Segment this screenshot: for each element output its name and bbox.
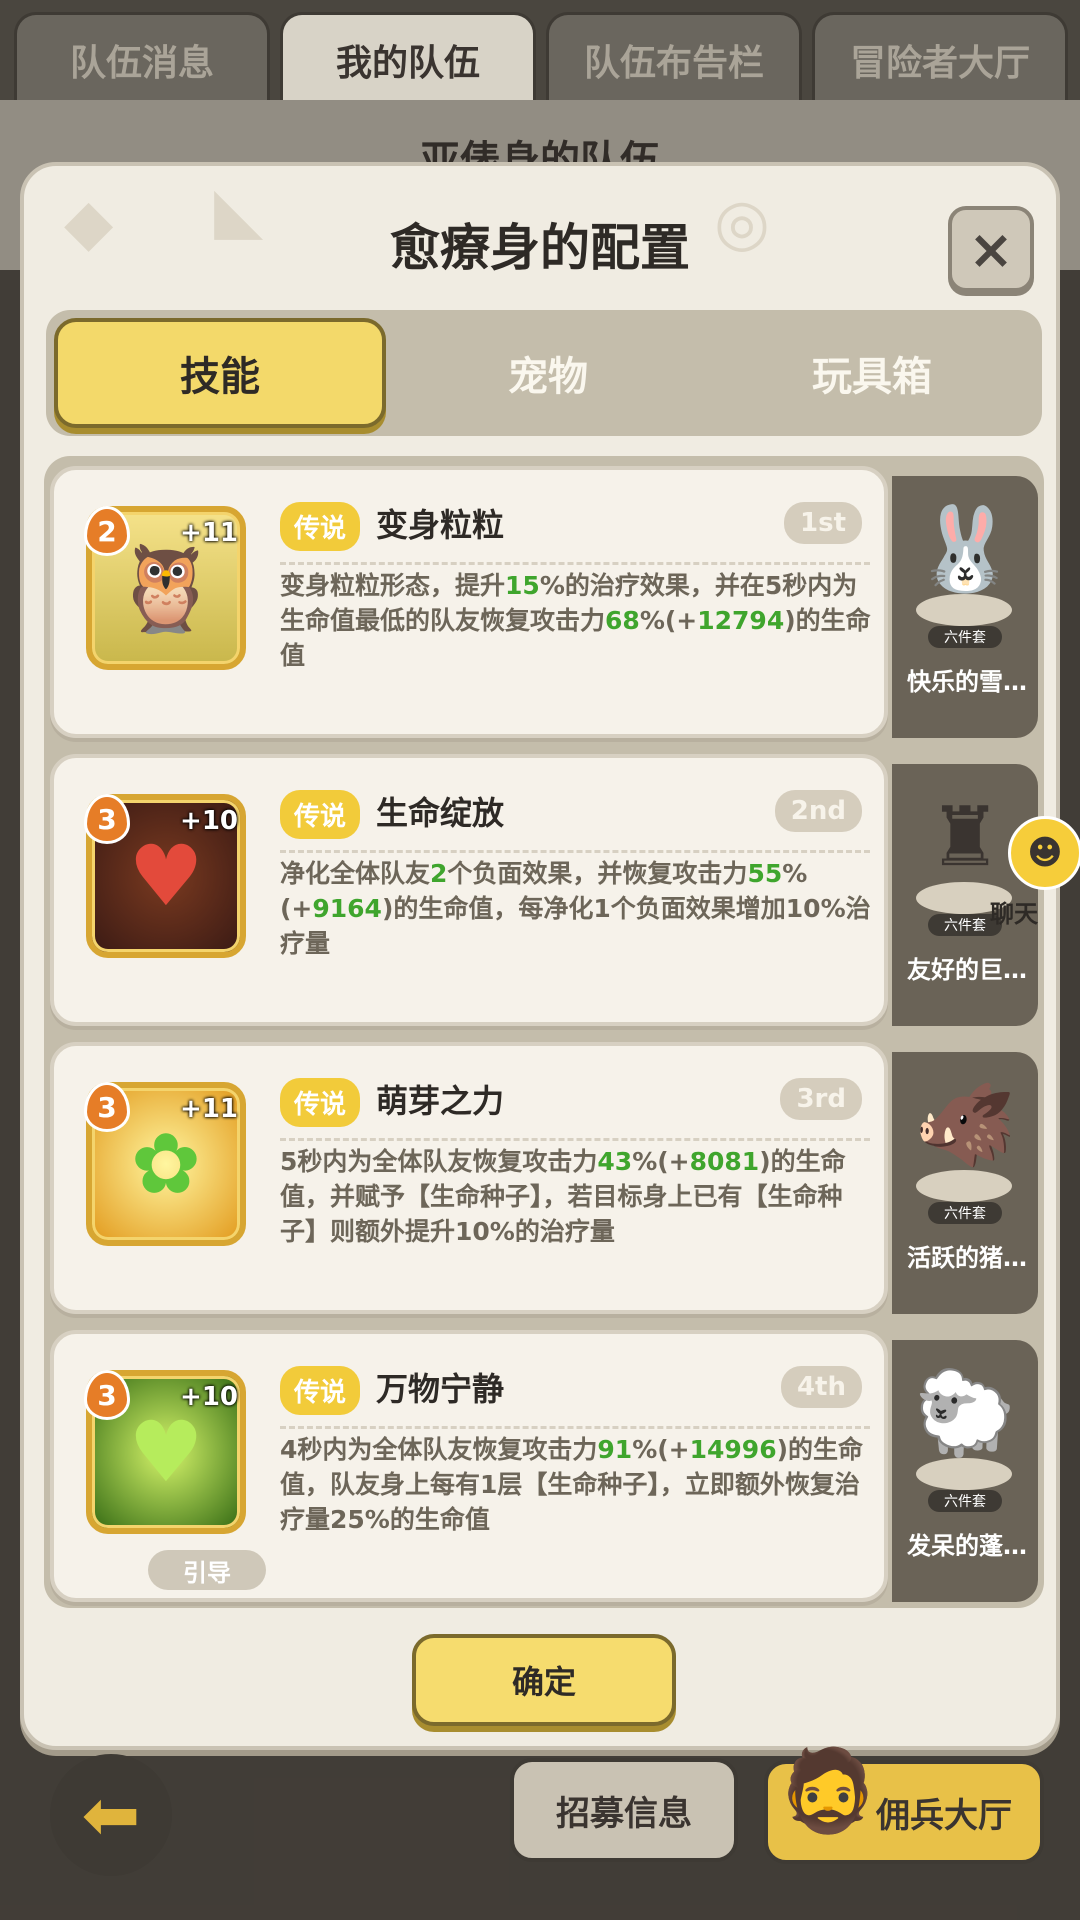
divider [280,850,870,853]
divider [280,1138,870,1141]
close-button[interactable]: × [948,206,1034,292]
segment-pets[interactable]: 宠物 [386,318,710,428]
skill-rank: 4th [780,1366,862,1408]
skill-rank: 1st [784,502,862,544]
pet-slot[interactable]: 🐗 六件套 活跃的猪… [892,1052,1038,1314]
skill-card[interactable]: ✿ 3 +11 传说 萌芽之力 3rd 5秒内为全体队友恢复攻击力43%(+80… [50,1042,888,1314]
skill-description: 变身粒粒形态，提升15%的治疗效果，并在5秒内为生命值最低的队友恢复攻击力68%… [280,568,876,673]
segment-control: 技能 宠物 玩具箱 [46,310,1042,436]
skill-upgrade-count: +11 [180,518,238,548]
skill-name: 万物宁静 [376,1370,505,1408]
pet-name: 快乐的雪… [907,668,1027,696]
highlight-value: 9164 [312,894,382,923]
highlight-value: 2 [430,859,448,888]
skill-description: 净化全体队友2个负面效果，并恢复攻击力55%(+9164)的生命值，每净化1个负… [280,856,876,961]
skill-name: 变身粒粒 [376,506,505,544]
highlight-value: 55 [747,859,783,888]
highlight-value: 68 [605,606,640,635]
smiley-icon: ☻ [1008,816,1080,890]
skill-rank: 3rd [780,1078,862,1120]
description-text: %(+ [639,606,698,635]
description-text: 4秒内为全体队友恢复攻击力 [280,1435,598,1464]
pet-name: 活跃的猪… [907,1244,1027,1272]
config-modal: ◆ ◣ ◎ 愈療身的配置 × 技能 宠物 玩具箱 🐰 六件套 快乐的雪… 🦉 2… [20,162,1060,1750]
back-button[interactable]: ⬅ [50,1754,172,1876]
highlight-value: 14996 [689,1435,777,1464]
recruit-info-button[interactable]: 招募信息 [510,1758,738,1862]
highlight-value: 12794 [697,606,785,635]
skill-card[interactable]: ♥ 3 +10 引导 传说 万物宁静 4th 4秒内为全体队友恢复攻击力91%(… [50,1330,888,1602]
pet-set-tag: 六件套 [928,1202,1002,1224]
rarity-badge: 传说 [280,790,361,839]
tab-team-board[interactable]: 队伍布告栏 [546,12,802,104]
skill-row[interactable]: 🐰 六件套 快乐的雪… 🦉 2 +11 传说 变身粒粒 1st 变身粒粒形态，提… [44,466,1044,738]
description-text: %(+ [632,1147,690,1176]
pet-name: 友好的巨… [907,956,1027,984]
segment-skills[interactable]: 技能 [54,318,386,428]
skill-card[interactable]: ♥ 3 +10 传说 生命绽放 2nd 净化全体队友2个负面效果，并恢复攻击力5… [50,754,888,1026]
fluffy-pet-icon: 🐑 [913,1366,1017,1461]
skill-upgrade-count: +11 [180,1094,238,1124]
pet-pedestal [916,1458,1012,1490]
highlight-value: 91 [597,1435,633,1464]
boar-icon: 🐗 [913,1078,1017,1173]
skill-description: 4秒内为全体队友恢复攻击力91%(+14996)的生命值，队友身上每有1层【生命… [280,1432,876,1537]
chat-button[interactable]: ☻ 聊天 [980,816,1080,932]
top-tab-bar: 队伍消息 我的队伍 队伍布告栏 冒险者大厅 [0,0,1080,104]
pet-set-tag: 六件套 [928,626,1002,648]
caveman-icon: 🧔 [778,1744,878,1837]
description-text: 变身粒粒形态，提升 [280,571,506,600]
divider [280,1426,870,1429]
chat-label: 聊天 [990,900,1038,928]
skill-list: 🐰 六件套 快乐的雪… 🦉 2 +11 传说 变身粒粒 1st 变身粒粒形态，提… [44,456,1044,1608]
description-text: 个负面效果，并恢复攻击力 [447,859,748,888]
guide-tag: 引导 [148,1550,266,1590]
mercenary-hall-button[interactable]: 🧔 佣兵大厅 [764,1744,1044,1864]
back-arrow-icon: ⬅ [81,1774,141,1856]
skill-upgrade-count: +10 [180,1382,238,1412]
skill-description: 5秒内为全体队友恢复攻击力43%(+8081)的生命值，并赋予【生命种子】，若目… [280,1144,876,1249]
tab-team-messages[interactable]: 队伍消息 [14,12,270,104]
pet-slot[interactable]: 🐰 六件套 快乐的雪… [892,476,1038,738]
segment-toybox[interactable]: 玩具箱 [710,318,1034,428]
skill-icon-frame[interactable]: ♥ 3 +10 [84,794,246,958]
rarity-badge: 传说 [280,1078,361,1127]
skill-icon-frame[interactable]: 🦉 2 +11 [84,506,246,670]
pet-set-tag: 六件套 [928,1490,1002,1512]
close-icon: × [968,217,1014,281]
snow-bunny-icon: 🐰 [913,502,1017,597]
description-text: 净化全体队友 [280,859,431,888]
highlight-value: 43 [597,1147,633,1176]
skill-row[interactable]: ♜ 六件套 友好的巨… ♥ 3 +10 传说 生命绽放 2nd 净化全体队友2个… [44,754,1044,1026]
confirm-button[interactable]: 确定 [412,1634,676,1726]
description-text: %(+ [632,1435,690,1464]
skill-row[interactable]: 🐑 六件套 发呆的蓬… ♥ 3 +10 引导 传说 万物宁静 4th 4秒内为全… [44,1330,1044,1602]
skill-rank: 2nd [774,790,862,832]
skill-icon-frame[interactable]: ✿ 3 +11 [84,1082,246,1246]
pet-pedestal [916,1170,1012,1202]
tab-my-team[interactable]: 我的队伍 [280,12,536,104]
skill-card[interactable]: 🦉 2 +11 传说 变身粒粒 1st 变身粒粒形态，提升15%的治疗效果，并在… [50,466,888,738]
skill-name: 生命绽放 [376,794,505,832]
skill-icon-frame[interactable]: ♥ 3 +10 [84,1370,246,1534]
skill-row[interactable]: 🐗 六件套 活跃的猪… ✿ 3 +11 传说 萌芽之力 3rd 5秒内为全体队友… [44,1042,1044,1314]
mercenary-hall-label: 佣兵大厅 [876,1795,1012,1836]
pet-name: 发呆的蓬… [907,1532,1027,1560]
pet-slot[interactable]: 🐑 六件套 发呆的蓬… [892,1340,1038,1602]
tab-adventurer-hall[interactable]: 冒险者大厅 [812,12,1068,104]
rarity-badge: 传说 [280,502,361,551]
modal-title: 愈療身的配置 [390,219,690,277]
skill-upgrade-count: +10 [180,806,238,836]
highlight-value: 15 [505,571,540,600]
description-text: 5秒内为全体队友恢复攻击力 [280,1147,598,1176]
divider [280,562,870,565]
rarity-badge: 传说 [280,1366,361,1415]
pet-pedestal [916,594,1012,626]
skill-name: 萌芽之力 [376,1082,505,1120]
highlight-value: 8081 [689,1147,760,1176]
